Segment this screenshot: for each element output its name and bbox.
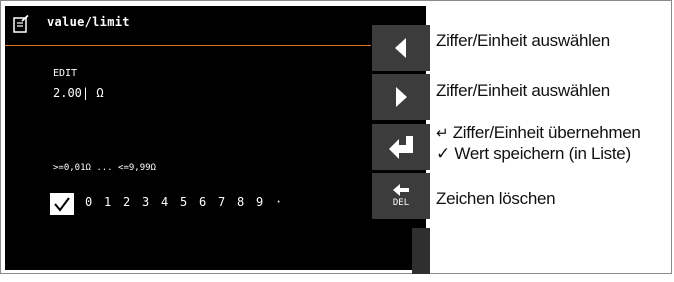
digit-selector: 0 1 2 3 4 5 6 7 8 9 ·: [85, 195, 294, 209]
triangle-left-icon: [395, 38, 406, 58]
enter-arrow-icon: [389, 136, 413, 159]
edit-mode-label: EDIT: [53, 68, 78, 79]
enter-description-line1: ↵ Ziffer/Einheit übernehmen: [436, 123, 641, 143]
page-title: value/limit: [47, 15, 130, 29]
decimal-point-key[interactable]: ·: [275, 195, 294, 209]
delete-description: Zeichen löschen: [436, 189, 556, 208]
digit-key[interactable]: 7: [218, 195, 237, 209]
checkmark-icon: [54, 197, 70, 212]
delete-button[interactable]: DEL: [372, 173, 430, 219]
digit-key[interactable]: 3: [142, 195, 161, 209]
check-symbol-icon: ✓: [436, 144, 450, 163]
range-hint: >=0,01Ω ... <=9,99Ω: [53, 163, 156, 173]
delete-button-label: DEL: [392, 198, 410, 208]
value-input[interactable]: 2.00| Ω: [53, 86, 104, 100]
triangle-right-icon: [396, 87, 407, 107]
digit-key[interactable]: 9: [256, 195, 275, 209]
digit-key[interactable]: 6: [199, 195, 218, 209]
enter-button[interactable]: [372, 124, 430, 170]
digit-key[interactable]: 1: [104, 195, 123, 209]
left-arrow-button[interactable]: [372, 25, 430, 71]
title-bar: value/limit: [5, 6, 371, 46]
enter-description-line2: ✓ Wert speichern (in Liste): [436, 144, 631, 164]
edit-icon: [13, 15, 29, 33]
digit-key[interactable]: 8: [237, 195, 256, 209]
digit-key[interactable]: 0: [85, 195, 104, 209]
softkey-blank[interactable]: [412, 228, 430, 274]
left-arrow-description: Ziffer/Einheit auswählen: [436, 31, 610, 50]
backspace-arrow-icon: [393, 184, 409, 196]
save-description-text: Wert speichern (in Liste): [454, 144, 631, 163]
digit-key[interactable]: 4: [161, 195, 180, 209]
digit-key[interactable]: 5: [180, 195, 199, 209]
right-arrow-description: Ziffer/Einheit auswählen: [436, 81, 610, 100]
digit-key[interactable]: 2: [123, 195, 142, 209]
return-symbol-icon: ↵: [436, 125, 449, 142]
confirm-checkbox[interactable]: [50, 193, 74, 215]
enter-description-text: Ziffer/Einheit übernehmen: [452, 123, 641, 142]
right-arrow-button[interactable]: [372, 74, 430, 120]
device-screen: value/limit EDIT 2.00| Ω >=0,01Ω ... <=9…: [5, 6, 430, 274]
